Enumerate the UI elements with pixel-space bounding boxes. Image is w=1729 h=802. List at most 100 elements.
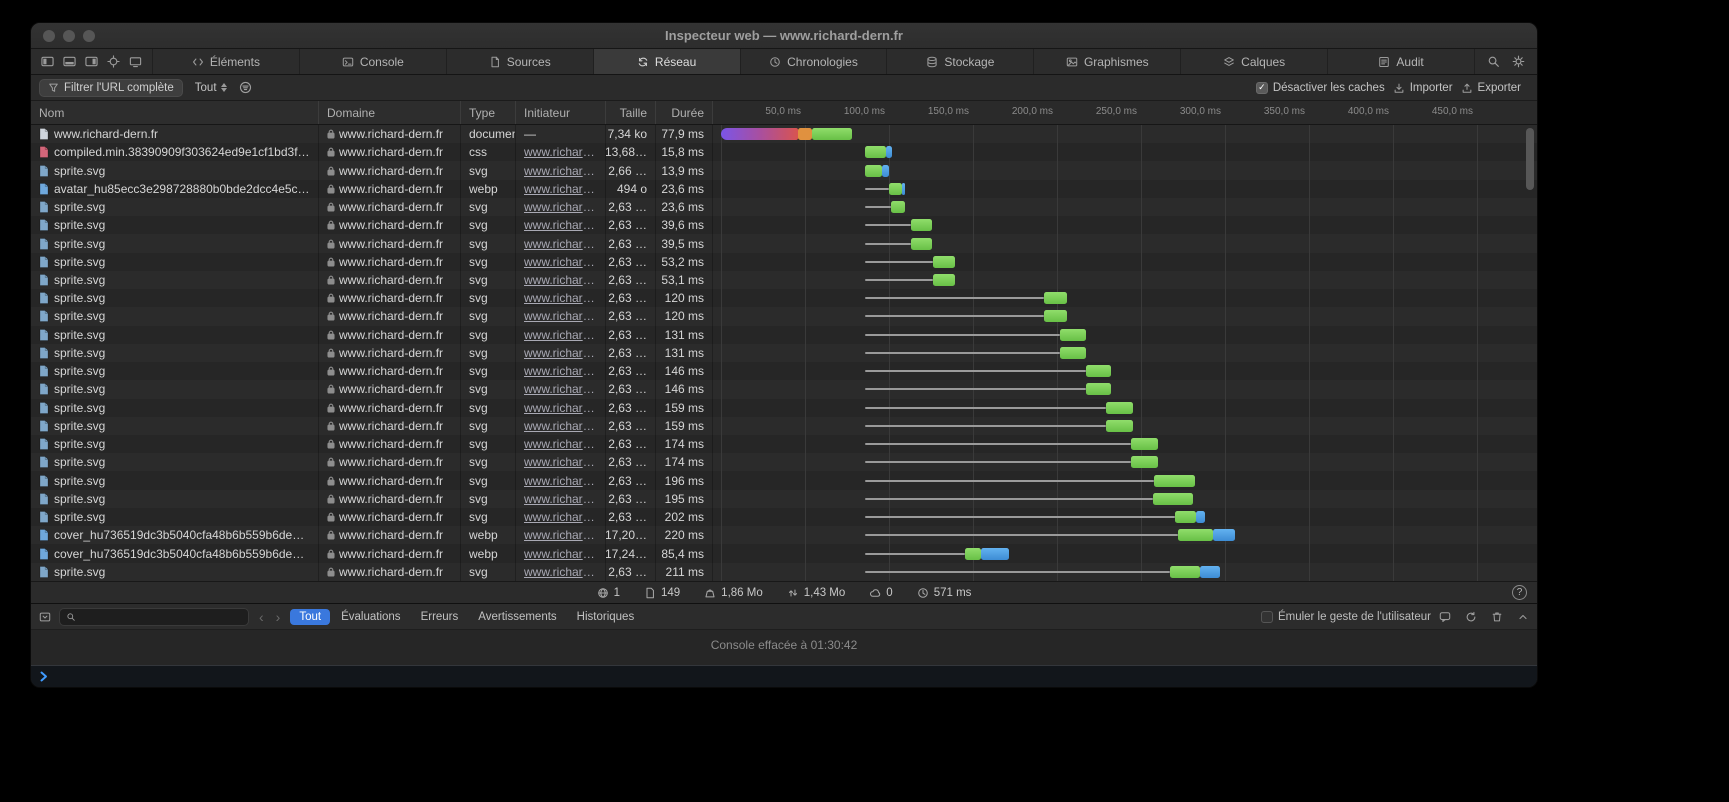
- waterfall-bar[interactable]: [865, 420, 1132, 432]
- console-collapse-icon[interactable]: [1517, 611, 1529, 623]
- tab-audit[interactable]: Audit: [1327, 49, 1474, 74]
- resource-initiator-cell[interactable]: www.richard-d…: [516, 435, 606, 453]
- column-header-domaine[interactable]: Domaine: [319, 101, 461, 124]
- table-row[interactable]: sprite.svgwww.richard-dern.frsvgwww.rich…: [31, 453, 1537, 471]
- resource-initiator-cell[interactable]: www.richard-d…: [516, 344, 606, 362]
- initiator-link[interactable]: www.richard-d…: [524, 419, 597, 433]
- initiator-link[interactable]: www.richard-d…: [524, 145, 597, 159]
- resource-initiator-cell[interactable]: www.richard-d…: [516, 216, 606, 234]
- device-icon[interactable]: [129, 55, 142, 68]
- initiator-link[interactable]: www.richard-d…: [524, 474, 597, 488]
- table-row[interactable]: sprite.svgwww.richard-dern.frsvgwww.rich…: [31, 271, 1537, 289]
- initiator-link[interactable]: www.richard-d…: [524, 492, 597, 506]
- waterfall-bar[interactable]: [865, 292, 1067, 304]
- column-header-type[interactable]: Type: [461, 101, 516, 124]
- tab-chronologies[interactable]: Chronologies: [740, 49, 887, 74]
- resource-initiator-cell[interactable]: www.richard-d…: [516, 362, 606, 380]
- minimize-button[interactable]: [63, 30, 75, 42]
- column-header-duree[interactable]: Durée: [656, 101, 713, 124]
- resource-initiator-cell[interactable]: www.richard-d…: [516, 471, 606, 489]
- table-row[interactable]: sprite.svgwww.richard-dern.frsvgwww.rich…: [31, 161, 1537, 179]
- emulate-gesture-toggle[interactable]: ✓ Émuler le geste de l'utilisateur: [1261, 611, 1431, 623]
- resource-initiator-cell[interactable]: www.richard-d…: [516, 161, 606, 179]
- initiator-link[interactable]: www.richard-d…: [524, 273, 597, 287]
- console-drawer-icon[interactable]: [39, 611, 51, 623]
- resource-initiator-cell[interactable]: www.richard-d…: [516, 143, 606, 161]
- waterfall-bar[interactable]: [865, 493, 1193, 505]
- resource-initiator-cell[interactable]: www.richard-d…: [516, 307, 606, 325]
- waterfall-bar[interactable]: [865, 146, 892, 158]
- table-row[interactable]: sprite.svgwww.richard-dern.frsvgwww.rich…: [31, 380, 1537, 398]
- table-row[interactable]: sprite.svgwww.richard-dern.frsvgwww.rich…: [31, 344, 1537, 362]
- resource-initiator-cell[interactable]: www.richard-d…: [516, 271, 606, 289]
- emulate-gesture-checkbox[interactable]: ✓: [1261, 611, 1273, 623]
- console-reload-icon[interactable]: [1465, 611, 1477, 623]
- table-row[interactable]: cover_hu736519dc3b5040cfa48b6b559b6de6ec…: [31, 544, 1537, 562]
- tab-console[interactable]: Console: [299, 49, 446, 74]
- console-tab-evaluations[interactable]: Évaluations: [332, 609, 409, 625]
- waterfall-bar[interactable]: [865, 383, 1110, 395]
- waterfall-bar[interactable]: [865, 511, 1204, 523]
- initiator-link[interactable]: www.richard-d…: [524, 164, 597, 178]
- table-row[interactable]: sprite.svgwww.richard-dern.frsvgwww.rich…: [31, 435, 1537, 453]
- table-row[interactable]: www.richard-dern.frwww.richard-dern.frdo…: [31, 125, 1537, 143]
- tab-elements[interactable]: Éléments: [152, 49, 299, 74]
- initiator-link[interactable]: www.richard-d…: [524, 255, 597, 269]
- waterfall-bar[interactable]: [865, 566, 1219, 578]
- dock-left-icon[interactable]: [41, 55, 54, 68]
- resource-initiator-cell[interactable]: www.richard-d…: [516, 380, 606, 398]
- column-header-nom[interactable]: Nom: [31, 101, 319, 124]
- waterfall-bar[interactable]: [865, 456, 1157, 468]
- table-row[interactable]: compiled.min.38390909f303624ed9e1cf1bd3f…: [31, 143, 1537, 161]
- disable-caches-toggle[interactable]: ✓ Désactiver les caches: [1256, 82, 1385, 94]
- waterfall-bar[interactable]: [865, 402, 1132, 414]
- tab-stockage[interactable]: Stockage: [886, 49, 1033, 74]
- console-trash-icon[interactable]: [1491, 611, 1503, 623]
- search-icon[interactable]: [1487, 55, 1500, 68]
- table-row[interactable]: avatar_hu85ecc3e298728880b0bde2dcc4e5c23…: [31, 180, 1537, 198]
- dock-right-icon[interactable]: [85, 55, 98, 68]
- waterfall-bar[interactable]: [865, 529, 1235, 541]
- gear-icon[interactable]: [1512, 55, 1525, 68]
- close-button[interactable]: [43, 30, 55, 42]
- waterfall-bar[interactable]: [865, 256, 954, 268]
- initiator-link[interactable]: www.richard-d…: [524, 309, 597, 323]
- nav-forward-icon[interactable]: ›: [274, 609, 283, 625]
- table-row[interactable]: sprite.svgwww.richard-dern.frsvgwww.rich…: [31, 326, 1537, 344]
- waterfall-bar[interactable]: [865, 329, 1085, 341]
- initiator-link[interactable]: www.richard-d…: [524, 237, 597, 251]
- waterfall-bar[interactable]: [865, 365, 1110, 377]
- initiator-link[interactable]: www.richard-d…: [524, 328, 597, 342]
- initiator-link[interactable]: www.richard-d…: [524, 510, 597, 524]
- resource-initiator-cell[interactable]: www.richard-d…: [516, 326, 606, 344]
- table-row[interactable]: sprite.svgwww.richard-dern.frsvgwww.rich…: [31, 399, 1537, 417]
- filter-options-icon[interactable]: [239, 81, 252, 94]
- resource-initiator-cell[interactable]: www.richard-d…: [516, 180, 606, 198]
- initiator-link[interactable]: www.richard-d…: [524, 218, 597, 232]
- resource-initiator-cell[interactable]: www.richard-d…: [516, 253, 606, 271]
- initiator-link[interactable]: www.richard-d…: [524, 437, 597, 451]
- initiator-link[interactable]: www.richard-d…: [524, 528, 597, 542]
- url-filter-button[interactable]: Filtrer l'URL complète: [39, 79, 183, 97]
- initiator-link[interactable]: www.richard-d…: [524, 565, 597, 579]
- tab-sources[interactable]: Sources: [446, 49, 593, 74]
- waterfall-bar[interactable]: [865, 201, 905, 213]
- resource-initiator-cell[interactable]: www.richard-d…: [516, 453, 606, 471]
- initiator-link[interactable]: www.richard-d…: [524, 291, 597, 305]
- table-row[interactable]: sprite.svgwww.richard-dern.frsvgwww.rich…: [31, 307, 1537, 325]
- waterfall-bar[interactable]: [865, 310, 1067, 322]
- help-button[interactable]: ?: [1512, 585, 1527, 600]
- table-row[interactable]: sprite.svgwww.richard-dern.frsvgwww.rich…: [31, 471, 1537, 489]
- zoom-button[interactable]: [83, 30, 95, 42]
- console-tab-historiques[interactable]: Historiques: [568, 609, 644, 625]
- console-tab-avertissements[interactable]: Avertissements: [469, 609, 565, 625]
- table-row[interactable]: sprite.svgwww.richard-dern.frsvgwww.rich…: [31, 417, 1537, 435]
- resource-initiator-cell[interactable]: www.richard-d…: [516, 234, 606, 252]
- table-row[interactable]: sprite.svgwww.richard-dern.frsvgwww.rich…: [31, 198, 1537, 216]
- resource-initiator-cell[interactable]: www.richard-d…: [516, 490, 606, 508]
- inspect-target-icon[interactable]: [107, 55, 120, 68]
- resource-initiator-cell[interactable]: www.richard-d…: [516, 417, 606, 435]
- initiator-link[interactable]: www.richard-d…: [524, 455, 597, 469]
- table-row[interactable]: sprite.svgwww.richard-dern.frsvgwww.rich…: [31, 216, 1537, 234]
- type-scope-select[interactable]: Tout: [191, 80, 231, 96]
